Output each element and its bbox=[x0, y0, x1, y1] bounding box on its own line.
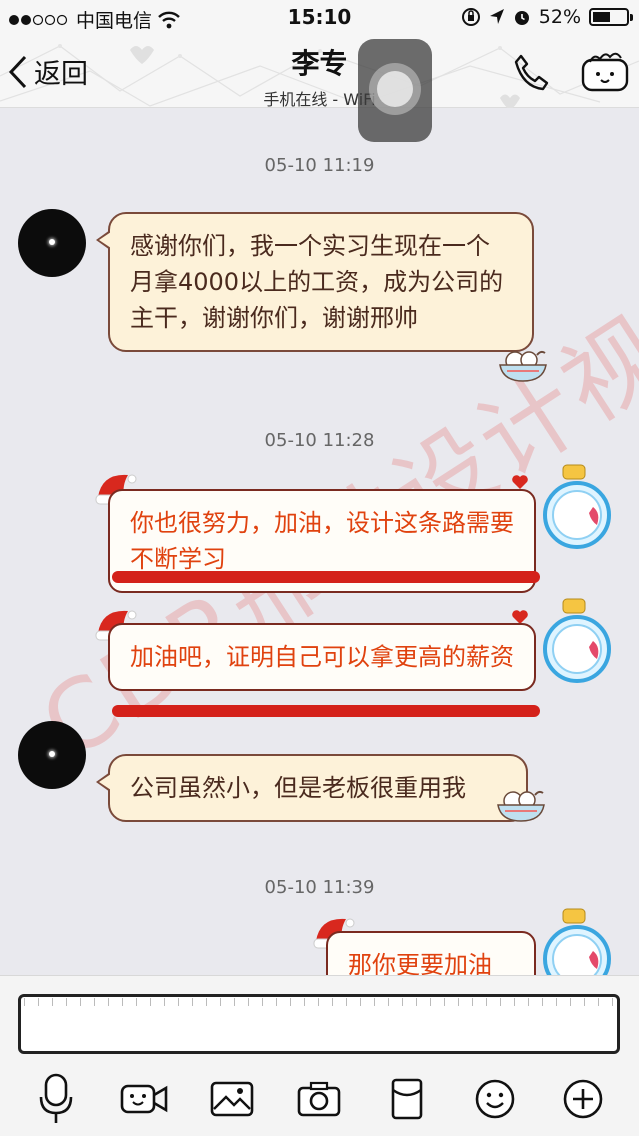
heart-icon bbox=[512, 475, 528, 489]
contact-avatar[interactable] bbox=[18, 721, 86, 789]
input-toolbar bbox=[0, 1069, 639, 1129]
bottle-avatar-icon[interactable] bbox=[541, 595, 613, 685]
message-text: 公司虽然小，但是老板很重用我 bbox=[130, 774, 466, 802]
phone-icon[interactable] bbox=[512, 52, 550, 92]
bubble-scroll-decoration bbox=[112, 705, 540, 717]
plus-icon bbox=[563, 1079, 603, 1119]
battery-percent: 52% bbox=[538, 6, 581, 28]
location-icon bbox=[489, 9, 504, 24]
message-text: 你也很努力，加油，设计这条路需要不断学习 bbox=[130, 509, 514, 573]
status-right: 52% bbox=[461, 6, 633, 28]
bubble-scroll-decoration bbox=[112, 571, 540, 583]
outgoing-message[interactable]: 那你更要加油 bbox=[326, 931, 536, 975]
orientation-lock-icon bbox=[461, 8, 480, 26]
voice-button[interactable] bbox=[29, 1072, 83, 1126]
image-icon bbox=[210, 1081, 253, 1117]
photo-button[interactable] bbox=[205, 1072, 259, 1126]
camera-button[interactable] bbox=[292, 1072, 346, 1126]
red-packet-icon bbox=[391, 1078, 423, 1120]
tangyuan-bowl-icon bbox=[499, 350, 547, 382]
contact-avatar[interactable] bbox=[18, 209, 86, 277]
nav-bar: 返回 李专 手机在线 - WiFi bbox=[0, 36, 639, 142]
message-input[interactable] bbox=[18, 994, 620, 1054]
incoming-message[interactable]: 感谢你们，我一个实习生现在一个月拿4000以上的工资，成为公司的主干，谢谢你们，… bbox=[96, 212, 534, 352]
video-call-button[interactable] bbox=[117, 1072, 171, 1126]
battery-icon bbox=[589, 8, 633, 26]
tangyuan-bowl-icon bbox=[497, 790, 545, 822]
message-text: 那你更要加油 bbox=[348, 951, 492, 975]
red-packet-button[interactable] bbox=[380, 1072, 434, 1126]
emoji-icon bbox=[475, 1079, 515, 1119]
video-icon bbox=[120, 1084, 168, 1114]
battery-fill bbox=[593, 12, 610, 22]
profile-icon[interactable] bbox=[580, 50, 630, 94]
message-text: 加油吧，证明自己可以拿更高的薪资 bbox=[130, 643, 514, 671]
status-bar: 中国电信 15:10 52% bbox=[0, 0, 639, 36]
bottle-avatar-icon[interactable] bbox=[541, 905, 613, 975]
timestamp: 05-10 11:28 bbox=[264, 430, 375, 451]
camera-icon bbox=[298, 1081, 341, 1117]
incoming-message[interactable]: 公司虽然小，但是老板很重用我 bbox=[96, 754, 528, 822]
timestamp: 05-10 11:39 bbox=[264, 877, 375, 898]
more-button[interactable] bbox=[556, 1072, 610, 1126]
bottle-avatar-icon[interactable] bbox=[541, 461, 613, 551]
timestamp: 05-10 11:19 bbox=[264, 155, 375, 176]
alarm-icon bbox=[514, 11, 529, 25]
outgoing-message[interactable]: 加油吧，证明自己可以拿更高的薪资 bbox=[108, 623, 536, 691]
input-area bbox=[0, 975, 639, 1136]
microphone-icon bbox=[39, 1073, 73, 1123]
chat-area[interactable]: CDR邢帅设计视觉团队 05-10 11:19 感谢你们，我一个实习生现在一个月… bbox=[0, 109, 639, 975]
emoji-button[interactable] bbox=[468, 1072, 522, 1126]
message-text: 感谢你们，我一个实习生现在一个月拿4000以上的工资，成为公司的主干，谢谢你们，… bbox=[130, 232, 504, 332]
